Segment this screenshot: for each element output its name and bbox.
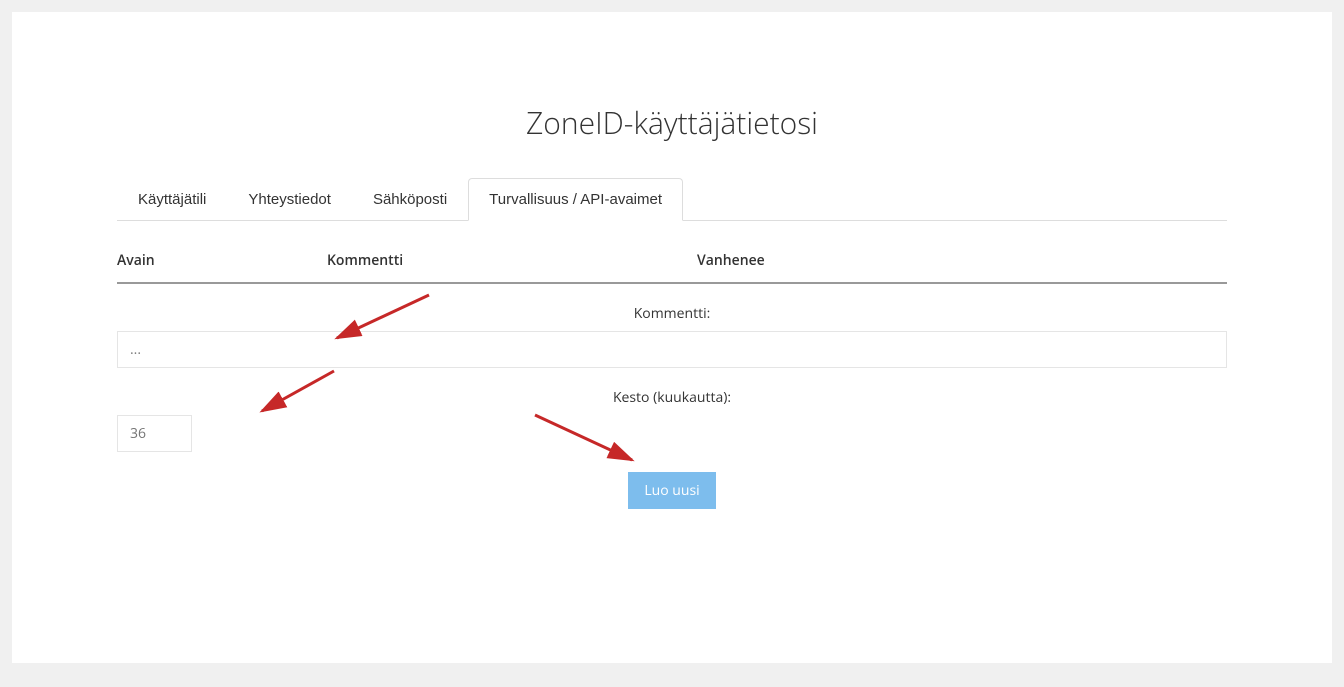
- tab-sahkoposti[interactable]: Sähköposti: [352, 178, 468, 221]
- tab-kayttajatili[interactable]: Käyttäjätili: [117, 178, 227, 221]
- comment-field-group: Kommentti:: [117, 304, 1227, 368]
- comment-label: Kommentti:: [117, 304, 1227, 323]
- create-key-form: Kommentti: Kesto (kuukautta): Luo uusi: [117, 284, 1227, 509]
- column-header-comment: Kommentti: [327, 251, 697, 270]
- duration-label: Kesto (kuukautta):: [117, 388, 1227, 407]
- page-container: ZoneID-käyttäjätietosi Käyttäjätili Yhte…: [12, 12, 1332, 663]
- tabs-row: Käyttäjätili Yhteystiedot Sähköposti Tur…: [117, 178, 1227, 221]
- column-header-expires: Vanhenee: [697, 251, 1227, 270]
- duration-input[interactable]: [117, 415, 192, 452]
- api-keys-table: Avain Kommentti Vanhenee: [117, 221, 1227, 284]
- submit-row: Luo uusi: [117, 472, 1227, 509]
- create-button[interactable]: Luo uusi: [628, 472, 715, 509]
- table-header-row: Avain Kommentti Vanhenee: [117, 251, 1227, 284]
- column-header-key: Avain: [117, 251, 327, 270]
- comment-input[interactable]: [117, 331, 1227, 368]
- tab-yhteystiedot[interactable]: Yhteystiedot: [227, 178, 352, 221]
- page-title: ZoneID-käyttäjätietosi: [12, 12, 1332, 178]
- tab-turvallisuus-api-avaimet[interactable]: Turvallisuus / API-avaimet: [468, 178, 683, 221]
- duration-field-group: Kesto (kuukautta):: [117, 388, 1227, 452]
